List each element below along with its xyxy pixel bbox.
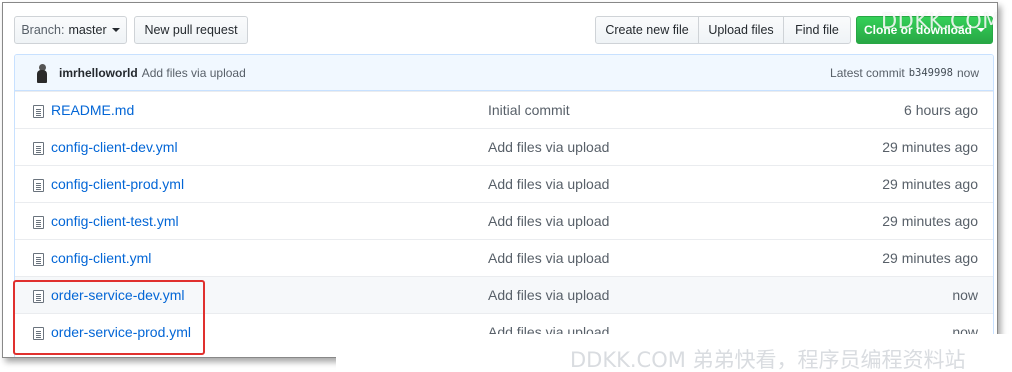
avatar[interactable] [35,63,49,83]
file-name-link[interactable]: order-service-dev.yml [51,287,185,303]
file-icon [33,253,44,266]
file-age: now [952,287,978,303]
file-row: config-client.yml Add files via upload 2… [15,239,993,276]
commit-author[interactable]: imrhelloworld [59,66,138,80]
file-row: config-client-dev.yml Add files via uplo… [15,128,993,165]
file-row: README.md Initial commit 6 hours ago [15,91,993,128]
branch-select-button[interactable]: Branch: master [14,16,127,44]
file-age: 29 minutes ago [882,139,978,155]
file-age: 29 minutes ago [882,213,978,229]
file-age: 6 hours ago [904,102,978,118]
commit-age: now [956,66,979,80]
file-name-link[interactable]: README.md [51,102,134,118]
file-commit-message[interactable]: Add files via upload [488,176,609,192]
file-row: config-client-test.yml Add files via upl… [15,202,993,239]
file-age: 29 minutes ago [882,176,978,192]
file-icon [33,142,44,155]
file-age: 29 minutes ago [882,250,978,266]
file-name-link[interactable]: config-client.yml [51,250,151,266]
file-icon [33,216,44,229]
file-name-link[interactable]: config-client-test.yml [51,213,179,229]
latest-commit-info: Latest commit b349998 now [830,55,979,91]
file-commit-message[interactable]: Add files via upload [488,213,609,229]
file-commit-message[interactable]: Add files via upload [488,287,609,303]
file-commit-message[interactable]: Add files via upload [488,250,609,266]
file-list: imrhelloworld Add files via upload Lates… [14,54,994,357]
file-icon [33,105,44,118]
watermark-bottom: DDKK.COM 弟弟快看，程序员编程资料站 [336,334,1012,372]
latest-commit-label: Latest commit [830,66,905,80]
branch-prefix: Branch: [21,23,65,37]
file-actions-group: Create new file Upload files Find file [595,16,851,44]
file-icon [33,179,44,192]
new-pull-request-button[interactable]: New pull request [134,16,248,44]
file-row: config-client-prod.yml Add files via upl… [15,165,993,202]
file-commit-message[interactable]: Add files via upload [488,139,609,155]
avatar-body-shape [37,69,47,83]
commit-message[interactable]: Add files via upload [142,66,246,80]
repo-file-browser: Branch: master New pull request Create n… [2,2,998,358]
watermark-top: DDKK.COM [881,9,998,33]
file-name-link[interactable]: order-service-prod.yml [51,324,191,340]
commit-sha[interactable]: b349998 [909,67,953,79]
file-icon [33,290,44,303]
upload-files-button[interactable]: Upload files [698,16,784,44]
file-name-link[interactable]: config-client-prod.yml [51,176,184,192]
caret-down-icon [111,28,120,32]
file-name-link[interactable]: config-client-dev.yml [51,139,178,155]
branch-name: master [68,23,107,37]
file-commit-message[interactable]: Initial commit [488,102,570,118]
find-file-button[interactable]: Find file [783,16,851,44]
latest-commit-bar: imrhelloworld Add files via upload Lates… [15,55,993,91]
create-new-file-button[interactable]: Create new file [595,16,699,44]
file-icon [33,327,44,340]
file-row: order-service-dev.yml Add files via uplo… [15,276,993,313]
